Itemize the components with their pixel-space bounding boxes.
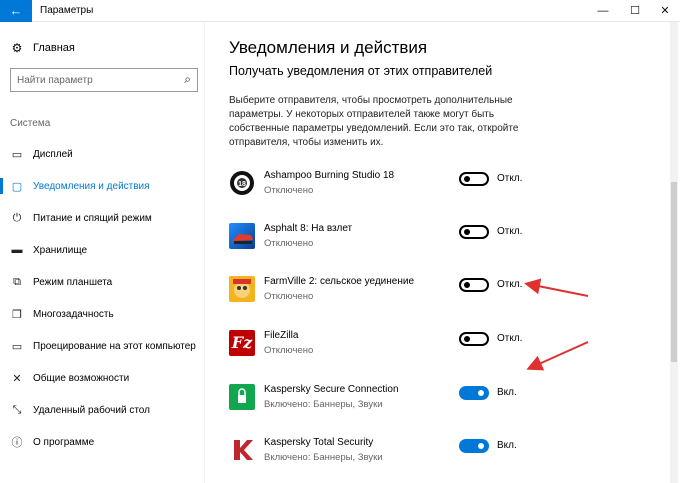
display-icon: ▭ xyxy=(11,148,23,161)
toggle-knob xyxy=(478,443,484,449)
scrollbar-thumb[interactable] xyxy=(671,182,677,362)
app-row-farmville[interactable]: FarmVille 2: сельское уединение Отключен… xyxy=(229,272,529,312)
app-row-asphalt[interactable]: Asphalt 8: На взлет Отключено Откл. xyxy=(229,219,529,259)
search-box[interactable]: ⌕ xyxy=(10,68,198,92)
sidebar-item-label: Многозадачность xyxy=(33,308,114,320)
notification-toggle[interactable] xyxy=(459,439,489,453)
app-status: Отключено xyxy=(264,185,314,196)
toggle-label: Вкл. xyxy=(497,440,517,451)
sidebar-item-label: Проецирование на этот компьютер xyxy=(33,340,196,352)
sidebar-item-projecting[interactable]: ▭ Проецирование на этот компьютер xyxy=(0,330,205,362)
sidebar: ⚙ Главная ⌕ Система ▭ Дисплей ▢ Уведомле… xyxy=(0,22,205,483)
power-icon: ⏻ xyxy=(12,211,22,224)
toggle-knob xyxy=(478,390,484,396)
ashampoo-app-icon: 18 xyxy=(229,170,255,196)
toggle-label: Вкл. xyxy=(497,387,517,398)
app-status: Отключено xyxy=(264,345,314,356)
notification-toggle[interactable] xyxy=(459,332,489,346)
notification-toggle[interactable] xyxy=(459,172,489,186)
nav-list: ▭ Дисплей ▢ Уведомления и действия ⏻ Пит… xyxy=(0,138,205,458)
window-title: Параметры xyxy=(40,5,94,16)
toggle-label: Откл. xyxy=(497,173,523,184)
about-icon: ⓘ xyxy=(11,437,23,449)
kaspersky-secure-connection-app-icon xyxy=(229,384,255,410)
asphalt-app-icon xyxy=(229,223,255,249)
page-subtitle: Получать уведомления от этих отправителе… xyxy=(229,64,493,78)
sidebar-item-power[interactable]: ⏻ Питание и спящий режим xyxy=(0,202,205,234)
sidebar-item-label: Хранилище xyxy=(33,244,87,256)
home-label: Главная xyxy=(33,42,75,54)
maximize-button[interactable]: ☐ xyxy=(620,0,650,22)
app-status: Включено: Баннеры, Звуки xyxy=(264,399,383,410)
app-row-filezilla[interactable]: Fz FileZilla Отключено Откл. xyxy=(229,326,529,366)
minimize-button[interactable]: — xyxy=(588,0,618,22)
remote-desktop-icon: ⤡ xyxy=(12,403,22,416)
app-name: FarmVille 2: сельское уединение xyxy=(264,276,415,287)
sidebar-item-about[interactable]: ⓘ О программе xyxy=(0,426,205,458)
app-status: Отключено xyxy=(264,291,314,302)
toggle-label: Откл. xyxy=(497,226,523,237)
toggle-label: Откл. xyxy=(497,333,523,344)
sidebar-item-label: О программе xyxy=(33,436,95,448)
toggle-knob xyxy=(464,282,470,288)
app-row-ashampoo[interactable]: 18 Ashampoo Burning Studio 18 Отключено … xyxy=(229,166,529,206)
gear-icon: ⚙ xyxy=(11,41,23,55)
sidebar-item-notifications[interactable]: ▢ Уведомления и действия xyxy=(0,170,205,202)
toggle-label: Откл. xyxy=(497,279,523,290)
home-nav-item[interactable]: ⚙ Главная xyxy=(10,40,75,56)
sidebar-item-label: Удаленный рабочий стол xyxy=(33,404,150,416)
kaspersky-total-security-app-icon xyxy=(229,437,255,463)
farmville-app-icon xyxy=(229,276,255,302)
sidebar-item-label: Общие возможности xyxy=(33,372,130,384)
notifications-icon: ▢ xyxy=(11,180,23,193)
app-name: Kaspersky Secure Connection xyxy=(264,384,399,395)
filezilla-app-icon: Fz xyxy=(229,330,255,356)
tablet-icon: ⧉ xyxy=(13,275,21,288)
sidebar-item-label: Режим планшета xyxy=(33,276,113,288)
title-bar: ← Параметры — ☐ ✕ xyxy=(0,0,680,22)
search-icon[interactable]: ⌕ xyxy=(184,72,191,87)
sidebar-item-label: Уведомления и действия xyxy=(33,180,150,192)
toggle-knob xyxy=(464,229,470,235)
app-row-kaspersky-total-security[interactable]: Kaspersky Total Security Включено: Банне… xyxy=(229,433,529,473)
close-button[interactable]: ✕ xyxy=(650,0,680,22)
sidebar-item-label: Питание и спящий режим xyxy=(33,212,152,224)
toggle-knob xyxy=(464,336,470,342)
storage-icon: ▬ xyxy=(11,244,23,256)
app-name: Ashampoo Burning Studio 18 xyxy=(264,170,395,181)
sidebar-item-label: Дисплей xyxy=(33,148,73,160)
page-description: Выберите отправителя, чтобы просмотреть … xyxy=(229,95,519,148)
sidebar-item-remote-desktop[interactable]: ⤡ Удаленный рабочий стол xyxy=(0,394,205,426)
sidebar-item-display[interactable]: ▭ Дисплей xyxy=(0,138,205,170)
app-name: Asphalt 8: На взлет xyxy=(264,223,353,234)
toggle-knob xyxy=(464,176,470,182)
sidebar-item-multitasking[interactable]: ❐ Многозадачность xyxy=(0,298,205,330)
page-title: Уведомления и действия xyxy=(229,38,428,57)
app-row-kaspersky-secure-connection[interactable]: Kaspersky Secure Connection Включено: Ба… xyxy=(229,380,529,420)
app-status: Включено: Баннеры, Звуки xyxy=(264,452,383,463)
sidebar-item-tablet[interactable]: ⧉ Режим планшета xyxy=(0,266,205,298)
sidebar-item-storage[interactable]: ▬ Хранилище xyxy=(0,234,205,266)
notification-toggle[interactable] xyxy=(459,225,489,239)
search-input[interactable] xyxy=(11,69,171,91)
app-name: Kaspersky Total Security xyxy=(264,437,374,448)
sidebar-item-shared-experiences[interactable]: ✕ Общие возможности xyxy=(0,362,205,394)
section-label: Система xyxy=(10,118,51,129)
notification-toggle[interactable] xyxy=(459,278,489,292)
projecting-icon: ▭ xyxy=(11,340,23,353)
scrollbar[interactable] xyxy=(670,22,678,483)
multitasking-icon: ❐ xyxy=(12,308,22,321)
app-status: Отключено xyxy=(264,238,314,249)
main-content: Уведомления и действия Получать уведомле… xyxy=(206,22,680,483)
shared-experiences-icon: ✕ xyxy=(12,372,22,385)
app-name: FileZilla xyxy=(264,330,299,341)
back-button[interactable]: ← xyxy=(0,0,32,22)
svg-text:18: 18 xyxy=(238,181,246,188)
notification-toggle[interactable] xyxy=(459,386,489,400)
